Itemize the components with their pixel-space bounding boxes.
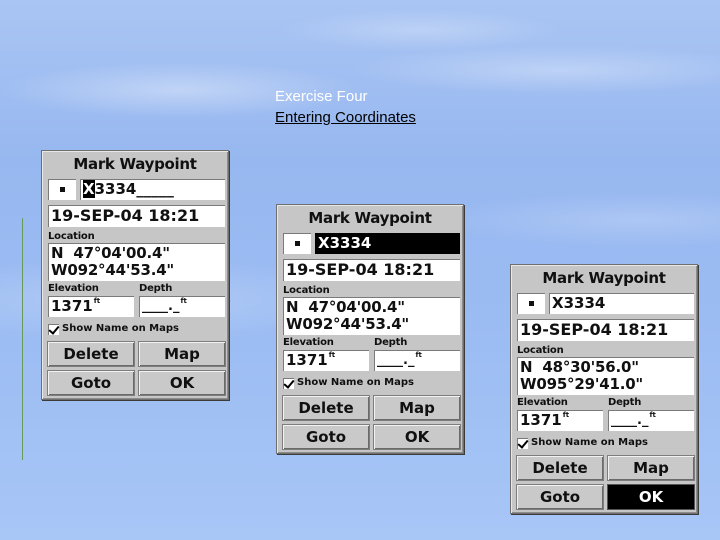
latitude-value: N 48°30'56.0" [520, 358, 639, 376]
elevation-label: Elevation [517, 397, 568, 408]
longitude-value: W092°44'53.4" [286, 315, 410, 333]
waypoint-symbol-field[interactable] [283, 233, 311, 254]
ok-button[interactable]: OK [608, 485, 694, 509]
slide-subtitle: Entering Coordinates [275, 109, 416, 126]
latitude-value: N 47°04'00.4" [286, 298, 405, 316]
checkmark-icon [517, 437, 528, 449]
delete-button[interactable]: Delete [517, 456, 603, 480]
goto-button[interactable]: Goto [48, 371, 134, 395]
show-name-checkbox[interactable]: Show Name on Maps [517, 436, 648, 450]
ok-button[interactable]: OK [139, 371, 225, 395]
location-field[interactable]: N 47°04'00.4" W092°44'53.4" [283, 297, 460, 335]
waypoint-dot-icon [529, 301, 534, 306]
show-name-label: Show Name on Maps [62, 323, 179, 334]
feet-unit: ft [649, 411, 656, 419]
decorative-divider [22, 218, 23, 460]
location-field[interactable]: N 47°04'00.4" W092°44'53.4" [48, 243, 225, 281]
map-button[interactable]: Map [374, 396, 460, 420]
goto-button[interactable]: Goto [283, 425, 369, 449]
depth-label: Depth [139, 283, 173, 294]
screen-title: Mark Waypoint [308, 209, 432, 227]
depth-field[interactable]: ____._ft [608, 410, 694, 431]
elevation-label: Elevation [283, 337, 334, 348]
show-name-label: Show Name on Maps [531, 437, 648, 448]
elevation-value: 1371 [286, 351, 328, 369]
waypoint-name-field[interactable]: X3334 [315, 233, 460, 254]
date-time-field[interactable]: 19-SEP-04 18:21 [517, 319, 694, 341]
location-label: Location [48, 231, 95, 242]
goto-button[interactable]: Goto [517, 485, 603, 509]
elevation-value: 1371 [520, 411, 562, 429]
show-name-checkbox[interactable]: Show Name on Maps [283, 376, 414, 390]
checkmark-icon [48, 323, 59, 335]
screen-title: Mark Waypoint [73, 155, 197, 173]
longitude-value: W092°44'53.4" [51, 261, 175, 279]
waypoint-dot-icon [295, 241, 300, 246]
date-time-field[interactable]: 19-SEP-04 18:21 [283, 259, 460, 281]
elevation-field[interactable]: 1371ft [517, 410, 603, 431]
map-button[interactable]: Map [139, 342, 225, 366]
depth-field[interactable]: ____._ft [139, 296, 225, 317]
waypoint-name-field[interactable]: X3334_____ [80, 179, 225, 200]
latitude-value: N 47°04'00.4" [51, 244, 170, 262]
location-label: Location [517, 345, 564, 356]
checkmark-icon [283, 377, 294, 389]
feet-unit: ft [93, 297, 101, 305]
depth-value: ____._ [142, 299, 180, 314]
delete-button[interactable]: Delete [283, 396, 369, 420]
feet-unit: ft [180, 297, 187, 305]
depth-value: ____._ [377, 353, 415, 368]
screen-title: Mark Waypoint [542, 269, 666, 287]
date-time-field[interactable]: 19-SEP-04 18:21 [48, 205, 225, 227]
waypoint-symbol-field[interactable] [48, 179, 76, 200]
depth-value: ____._ [611, 413, 649, 428]
feet-unit: ft [562, 411, 570, 419]
elevation-field[interactable]: 1371ft [283, 350, 369, 371]
ok-button[interactable]: OK [374, 425, 460, 449]
depth-field[interactable]: ____._ft [374, 350, 460, 371]
waypoint-symbol-field[interactable] [517, 293, 545, 314]
location-label: Location [283, 285, 330, 296]
text-cursor: X [83, 180, 95, 198]
waypoint-name-rest: 3334_____ [94, 180, 174, 198]
feet-unit: ft [415, 351, 422, 359]
show-name-label: Show Name on Maps [297, 377, 414, 388]
waypoint-name-field[interactable]: X3334 [549, 293, 694, 314]
feet-unit: ft [328, 351, 336, 359]
mark-waypoint-screen-1: Mark Waypoint X3334_____ 19-SEP-04 18:21… [41, 150, 229, 400]
longitude-value: W095°29'41.0" [520, 375, 644, 393]
elevation-value: 1371 [51, 297, 93, 315]
slide-title: Exercise Four [275, 88, 368, 105]
depth-label: Depth [374, 337, 408, 348]
elevation-field[interactable]: 1371ft [48, 296, 134, 317]
mark-waypoint-screen-2: Mark Waypoint X3334 19-SEP-04 18:21 Loca… [276, 204, 464, 454]
location-field[interactable]: N 48°30'56.0" W095°29'41.0" [517, 357, 694, 395]
mark-waypoint-screen-3: Mark Waypoint X3334 19-SEP-04 18:21 Loca… [510, 264, 698, 514]
show-name-checkbox[interactable]: Show Name on Maps [48, 322, 179, 336]
delete-button[interactable]: Delete [48, 342, 134, 366]
waypoint-dot-icon [60, 187, 65, 192]
elevation-label: Elevation [48, 283, 99, 294]
depth-label: Depth [608, 397, 642, 408]
map-button[interactable]: Map [608, 456, 694, 480]
